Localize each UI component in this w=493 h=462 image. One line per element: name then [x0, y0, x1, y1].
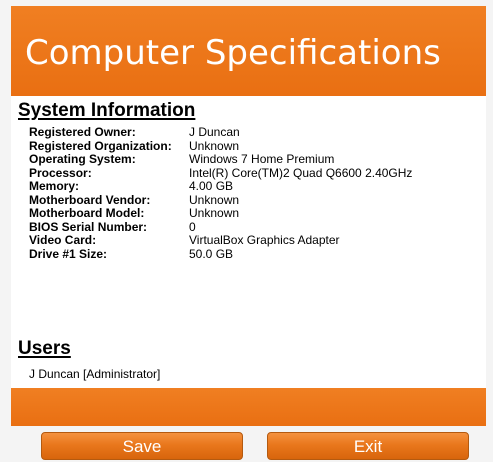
spec-label: BIOS Serial Number:	[29, 219, 148, 234]
spec-row-motherboard-vendor: Motherboard Vendor: Unknown	[29, 192, 412, 208]
footer-banner	[11, 388, 486, 426]
spec-row-operating-system: Operating System: Windows 7 Home Premium	[29, 152, 412, 167]
spec-row-bios-serial: BIOS Serial Number: 0	[29, 219, 412, 235]
spec-label: Drive #1 Size:	[29, 246, 108, 261]
system-info-table: Registered Owner: J Duncan Registered Or…	[29, 125, 413, 262]
page-title: Computer Specifications	[25, 33, 441, 73]
spec-label: Motherboard Model:	[29, 206, 145, 220]
spec-row-registered-owner: Registered Owner: J Duncan	[29, 125, 412, 140]
spec-label: Registered Organization:	[29, 138, 172, 153]
spec-value: Unknown	[189, 138, 240, 153]
computer-specs-window: Computer Specifications System Informati…	[0, 0, 493, 462]
spec-value: VirtualBox Graphics Adapter	[189, 233, 340, 247]
spec-label: Video Card:	[29, 233, 97, 247]
spec-value: Unknown	[189, 206, 240, 220]
spec-label: Operating System:	[29, 152, 136, 166]
spec-row-motherboard-model: Motherboard Model: Unknown	[29, 206, 412, 221]
spec-row-processor: Processor: Intel(R) Core(TM)2 Quad Q6600…	[29, 165, 413, 181]
spec-value: Unknown	[189, 192, 240, 207]
spec-label: Processor:	[29, 165, 92, 180]
exit-button[interactable]: Exit	[267, 432, 469, 460]
users-heading: Users	[18, 338, 71, 359]
spec-row-memory: Memory: 4.00 GB	[29, 179, 412, 194]
system-information-heading: System Information	[18, 100, 196, 121]
users-list: J Duncan [Administrator]	[29, 367, 160, 381]
spec-label: Motherboard Vendor:	[29, 192, 151, 207]
spec-row-drive-1-size: Drive #1 Size: 50.0 GB	[29, 246, 412, 262]
spec-value: J Duncan	[189, 125, 240, 139]
spec-row-registered-organization: Registered Organization: Unknown	[29, 138, 412, 154]
button-bar: Save Exit	[11, 426, 486, 462]
specs-content: System Information Registered Owner: J D…	[11, 96, 486, 388]
spec-value: 4.00 GB	[189, 179, 234, 193]
spec-label: Registered Owner:	[29, 125, 136, 139]
spec-value: 50.0 GB	[189, 246, 234, 261]
spec-value: 0	[189, 219, 196, 234]
spec-value: Intel(R) Core(TM)2 Quad Q6600 2.40GHz	[189, 165, 413, 180]
list-item: J Duncan [Administrator]	[29, 367, 161, 381]
spec-label: Memory:	[29, 179, 80, 193]
spec-value: Windows 7 Home Premium	[189, 152, 335, 166]
header-banner: Computer Specifications	[11, 6, 486, 96]
spec-row-video-card: Video Card: VirtualBox Graphics Adapter	[29, 233, 412, 248]
save-button[interactable]: Save	[41, 432, 243, 460]
